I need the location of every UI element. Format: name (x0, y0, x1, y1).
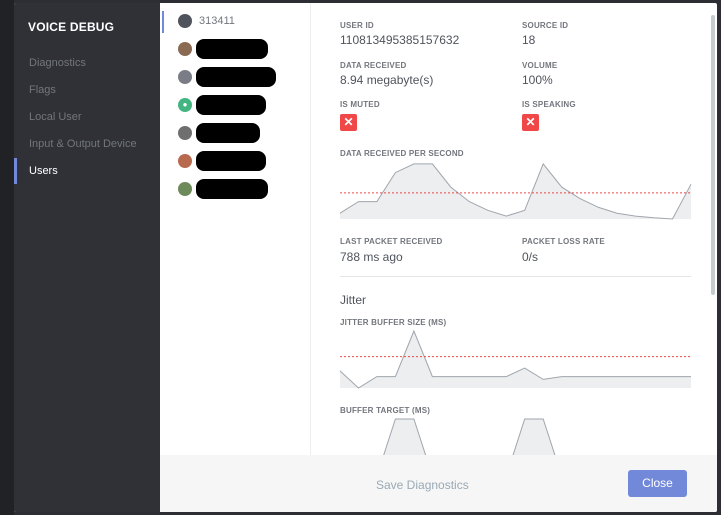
save-diagnostics-button[interactable]: Save Diagnostics (376, 478, 469, 492)
user-row[interactable] (160, 123, 310, 145)
jitter-buffer-label: JITTER BUFFER SIZE (MS) (340, 318, 447, 327)
user-avatar (178, 14, 192, 28)
backdrop-strip (0, 0, 14, 515)
data-rate-graph (339, 162, 692, 455)
user-avatar (178, 42, 192, 56)
redacted-name-scribble (196, 123, 260, 143)
last-packet-label: LAST PACKET RECEIVED (340, 237, 443, 246)
redacted-name-scribble (196, 39, 268, 59)
sidebar: VOICE DEBUG Diagnostics Flags Local User… (14, 3, 160, 512)
user-avatar (178, 70, 192, 84)
sidebar-item-local-user[interactable]: Local User (14, 104, 160, 130)
user-name: 313411 (199, 15, 235, 27)
section-divider (340, 276, 691, 277)
sidebar-title: VOICE DEBUG (28, 20, 115, 34)
user-details-panel: USER ID 110813495385157632 SOURCE ID 18 … (311, 3, 717, 455)
packet-loss-label: PACKET LOSS RATE (522, 237, 605, 246)
redacted-name-scribble (196, 179, 268, 199)
redacted-name-scribble (196, 95, 266, 115)
user-avatar (178, 126, 192, 140)
user-row[interactable] (160, 151, 310, 173)
sidebar-item-input-output-device[interactable]: Input & Output Device (14, 131, 160, 157)
user-row[interactable] (160, 67, 310, 89)
sidebar-item-users[interactable]: Users (14, 158, 160, 184)
discord-icon: ● (178, 98, 192, 112)
user-avatar (178, 154, 192, 168)
voice-debug-modal: VOICE DEBUG Diagnostics Flags Local User… (14, 3, 717, 512)
close-button[interactable]: Close (628, 470, 687, 497)
graph-area-fill (340, 163, 691, 219)
user-row[interactable] (160, 39, 310, 61)
user-avatar (178, 182, 192, 196)
sidebar-item-diagnostics[interactable]: Diagnostics (14, 50, 160, 76)
buffer-target-label: BUFFER TARGET (MS) (340, 406, 431, 415)
redacted-name-scribble (196, 151, 266, 171)
user-row[interactable]: ● (160, 95, 310, 117)
sidebar-item-flags[interactable]: Flags (14, 77, 160, 103)
user-list: 313411 ● (160, 3, 311, 455)
graph-area-fill (340, 331, 691, 388)
user-row[interactable] (160, 179, 310, 201)
packet-loss-value: 0/s (522, 250, 539, 264)
graph-area-fill (383, 419, 555, 455)
user-row[interactable]: 313411 (160, 11, 310, 33)
jitter-section-title: Jitter (340, 293, 367, 307)
redacted-name-scribble (196, 67, 276, 87)
details-scrollbar[interactable] (711, 15, 715, 295)
last-packet-value: 788 ms ago (340, 250, 403, 264)
